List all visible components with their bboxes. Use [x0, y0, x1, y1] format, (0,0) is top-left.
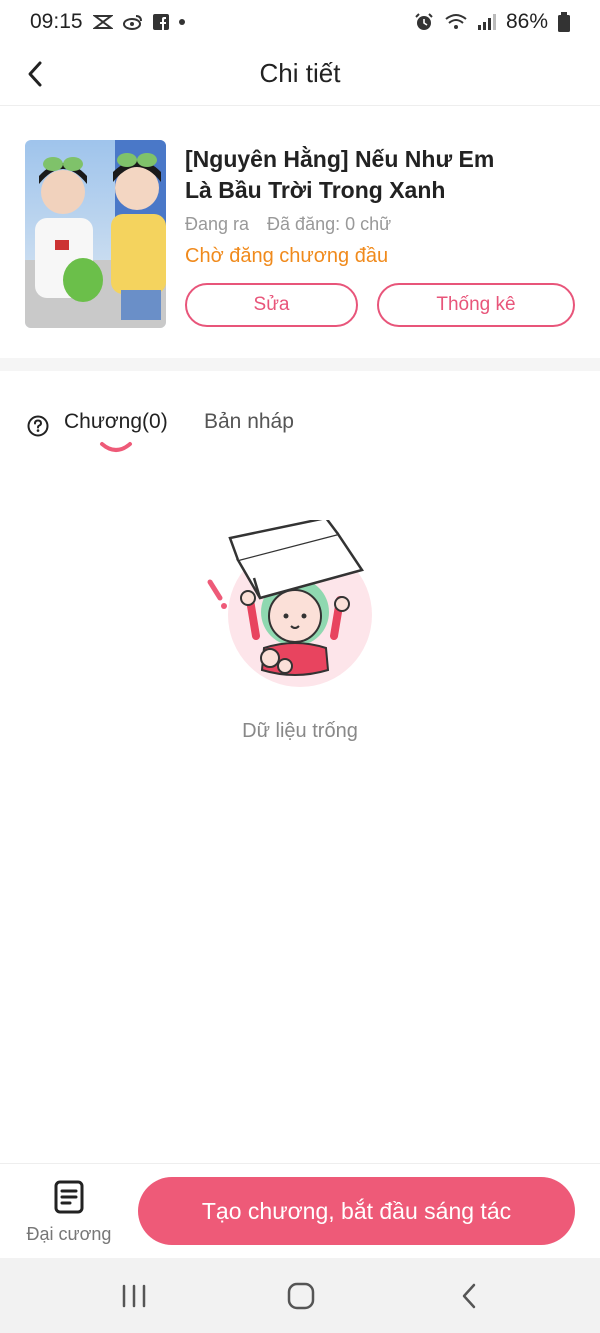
help-icon[interactable] — [27, 415, 49, 437]
empty-state-text: Dữ liệu trống — [242, 720, 358, 742]
book-title: [Nguyên Hằng] Nếu Như Em Là Bầu Trời Tro… — [185, 144, 565, 206]
status-time: 09:15 — [30, 10, 83, 33]
alarm-icon — [414, 13, 434, 31]
pending-status: Chờ đăng chương đầu — [185, 245, 389, 267]
battery-percent: 86% — [505, 10, 548, 33]
book-cover-image[interactable] — [25, 140, 166, 328]
tab-bar: Chương(0) Bản nháp — [0, 404, 600, 460]
outline-document-icon — [54, 1180, 84, 1214]
edit-button[interactable]: Sửa — [185, 283, 358, 327]
tab-drafts[interactable]: Bản nháp — [204, 410, 294, 434]
system-back-button[interactable] — [449, 1280, 489, 1312]
recent-apps-icon — [122, 1284, 146, 1308]
book-info: [Nguyên Hằng] Nếu Như Em Là Bầu Trời Tro… — [0, 106, 600, 358]
create-chapter-button[interactable]: Tạo chương, bắt đầu sáng tác — [138, 1177, 575, 1245]
outline-button[interactable]: Đại cương — [16, 1178, 122, 1248]
header: Chi tiết — [0, 44, 600, 106]
notification-dot — [178, 19, 185, 25]
system-nav-bar — [0, 1258, 600, 1333]
wifi-icon — [444, 13, 468, 31]
tab-active-indicator — [100, 442, 132, 452]
book-title-line-2: Là Bầu Trời Trong Xanh — [185, 177, 446, 203]
empty-box-illustration — [200, 516, 380, 690]
status-right: 86% — [414, 10, 570, 34]
recent-apps-button[interactable] — [114, 1280, 154, 1312]
home-button[interactable] — [281, 1280, 321, 1312]
battery-icon — [558, 12, 570, 32]
home-icon — [287, 1282, 315, 1310]
book-meta: Đang ra Đã đăng: 0 chữ — [185, 214, 391, 235]
status-left: 09:15 — [30, 10, 185, 34]
bottom-action-bar: Đại cương Tạo chương, bắt đầu sáng tác — [0, 1163, 600, 1258]
book-status: Đang ra — [185, 214, 250, 234]
page-title: Chi tiết — [259, 58, 341, 88]
book-title-line-1: [Nguyên Hằng] Nếu Như Em — [185, 146, 495, 172]
tab-chapters[interactable]: Chương(0) — [64, 410, 168, 434]
weibo-icon — [122, 14, 143, 30]
status-bar: 09:15 86% — [0, 0, 600, 44]
signal-icon — [477, 14, 496, 30]
facebook-icon — [152, 14, 169, 30]
stats-button[interactable]: Thống kê — [377, 283, 575, 327]
capcut-icon — [92, 14, 113, 30]
outline-label: Đại cương — [26, 1224, 112, 1244]
system-back-icon — [462, 1283, 476, 1309]
book-word-count: Đã đăng: 0 chữ — [267, 214, 392, 234]
section-divider — [0, 358, 600, 371]
